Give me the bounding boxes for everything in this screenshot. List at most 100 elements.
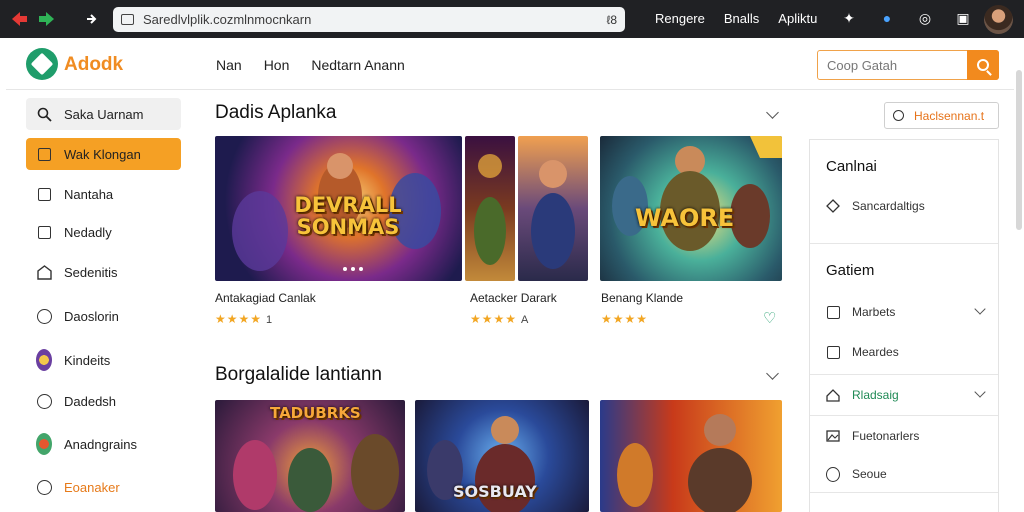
heart-icon[interactable]: ♡: [763, 309, 779, 327]
panel-title-2: Gatiem: [826, 262, 875, 279]
panel-item-3[interactable]: Rladsaig: [810, 375, 998, 415]
clock-icon: [36, 479, 52, 495]
panel-divider: [810, 492, 998, 493]
browser-link-2[interactable]: Bnalls: [724, 11, 759, 26]
rating-stars-1: ★★★★ 1: [215, 312, 273, 326]
sidebar-item-active[interactable]: Wak Klongan: [26, 138, 181, 170]
nav-item-2[interactable]: Hon: [264, 57, 290, 73]
chevron-down-icon: [974, 303, 986, 315]
section-title-1: Dadis Aplanka: [215, 102, 337, 123]
sidebar-item-3[interactable]: Nantaha: [26, 178, 181, 210]
game-art-title-1: DEVRALL SONMAS: [294, 193, 402, 239]
drop-icon[interactable]: ●: [878, 9, 896, 27]
sidebar-item-8[interactable]: Dadedsh: [26, 385, 181, 417]
rating-stars-3: ★★★★: [601, 312, 648, 326]
chat-icon: [826, 466, 840, 482]
sidebar: Saka Uarnam Wak Klongan Nantaha Nedadly …: [6, 90, 196, 512]
sidebar-item-label: Sedenitis: [64, 264, 118, 280]
panel-item-settings[interactable]: Sancardaltigs: [810, 186, 998, 226]
browser-nav: [0, 11, 112, 27]
game-name-2[interactable]: Aetacker Darark: [470, 291, 557, 305]
box-icon: [826, 305, 840, 319]
grid-icon: [36, 146, 52, 162]
url-text: Saredlvlplik.cozmlnmocnkarn: [143, 12, 312, 27]
avatar[interactable]: [984, 5, 1013, 34]
star-person-icon[interactable]: ✦: [840, 9, 858, 27]
rating-stars: ★★★★: [215, 312, 263, 326]
sidebar-item-label: Saka Uarnam: [64, 106, 144, 122]
sidebar-item-4[interactable]: Nedadly: [26, 216, 181, 248]
browser-link-3[interactable]: Apliktu: [778, 11, 817, 26]
filter-button[interactable]: Haclsennan.t: [884, 102, 999, 129]
search-box[interactable]: Coop Gatah: [817, 50, 999, 80]
game-card-3[interactable]: WAORE: [600, 136, 782, 281]
app-header: Adodk Nan Hon Nedtarn Anann Coop Gatah: [6, 38, 1014, 90]
search-icon: [36, 106, 52, 122]
address-bar[interactable]: Saredlvlplik.cozmlnmocnkarn ℓ8: [113, 7, 625, 32]
forward-icon[interactable]: [38, 11, 56, 27]
panel-item-label: Meardes: [852, 345, 899, 359]
circle-icon: [36, 308, 52, 324]
top-nav: Nan Hon Nedtarn Anann: [216, 57, 405, 73]
nav-item-1[interactable]: Nan: [216, 57, 242, 73]
tag-icon: [826, 388, 840, 402]
url-right-icon[interactable]: ℓ8: [606, 13, 617, 27]
logo-icon[interactable]: [26, 48, 58, 80]
nav-item-3[interactable]: Nedtarn Anann: [311, 57, 404, 73]
lock-icon: [121, 14, 134, 25]
sidebar-item-5[interactable]: Sedenitis: [26, 256, 181, 288]
sidebar-item-label: Dadedsh: [64, 393, 117, 409]
panel-item-2[interactable]: Meardes: [810, 332, 998, 372]
page-icon: [826, 345, 840, 359]
sidebar-item-label: Nantaha: [64, 186, 114, 202]
game-art-6: [617, 414, 752, 512]
panel-item-label: Fuetonarlers: [852, 429, 920, 443]
game-card-4[interactable]: TADUBRKS: [215, 400, 405, 512]
search-button[interactable]: [967, 50, 999, 80]
game-art-title-3: WAORE: [635, 204, 735, 232]
sidebar-item-6[interactable]: Daoslorin: [26, 300, 181, 332]
circle-icon: [36, 393, 52, 409]
filter-label: Haclsennan.t: [914, 108, 985, 123]
game-art-2a: [474, 154, 506, 265]
panel-divider: [810, 243, 998, 244]
extension-icon[interactable]: ▣: [954, 9, 972, 27]
game-card-1[interactable]: DEVRALL SONMAS: [215, 136, 462, 281]
sidebar-item-search[interactable]: Saka Uarnam: [26, 98, 181, 130]
game-card-6[interactable]: [600, 400, 782, 512]
brand-name[interactable]: Adodk: [64, 54, 123, 76]
sidebar-item-label: Nedadly: [64, 224, 112, 240]
info-icon: [36, 186, 52, 202]
panel-title-1: Canlnai: [826, 158, 877, 175]
sidebar-item-9[interactable]: Anadngrains: [26, 428, 181, 460]
game-card-5[interactable]: SOSBUAY: [415, 400, 589, 512]
panel-item-1[interactable]: Marbets: [810, 292, 998, 332]
search-icon: [977, 59, 989, 71]
game-name-3[interactable]: Benang Klande: [601, 291, 683, 305]
rating-value-1: 1: [266, 314, 274, 326]
game-art-2b: [531, 160, 575, 269]
panel-item-4[interactable]: Fuetonarlers: [810, 416, 998, 456]
chevron-down-icon[interactable]: [766, 367, 779, 380]
target-icon[interactable]: ◎: [916, 9, 934, 27]
sidebar-item-7[interactable]: Kindeits: [26, 344, 181, 376]
game-art-title-4: TADUBRKS: [270, 404, 361, 422]
chevron-down-icon[interactable]: [766, 106, 779, 119]
back-icon[interactable]: [10, 11, 28, 27]
sidebar-item-10[interactable]: Eoanaker: [26, 471, 181, 503]
rating-stars-2: ★★★★ A: [470, 312, 529, 326]
search-input[interactable]: Coop Gatah: [827, 58, 897, 73]
reload-icon[interactable]: [84, 12, 100, 26]
browser-link-1[interactable]: Rengere: [655, 11, 705, 26]
game-card-2a[interactable]: [465, 136, 515, 281]
game-art-title-5: SOSBUAY: [453, 482, 537, 501]
browser-links: Rengere Bnalls Apliktu: [655, 11, 817, 26]
right-panel: Canlnai Sancardaltigs Gatiem Marbets Mea…: [809, 139, 999, 512]
game-card-2b[interactable]: [518, 136, 588, 281]
browser-toolbar: Saredlvlplik.cozmlnmocnkarn ℓ8 Rengere B…: [0, 0, 1024, 38]
scrollbar[interactable]: [1016, 70, 1022, 230]
image-icon: [826, 429, 840, 443]
panel-item-5[interactable]: Seoue: [810, 454, 998, 494]
rating-stars: ★★★★: [470, 312, 518, 326]
game-name-1[interactable]: Antakagiad Canlak: [215, 291, 316, 305]
